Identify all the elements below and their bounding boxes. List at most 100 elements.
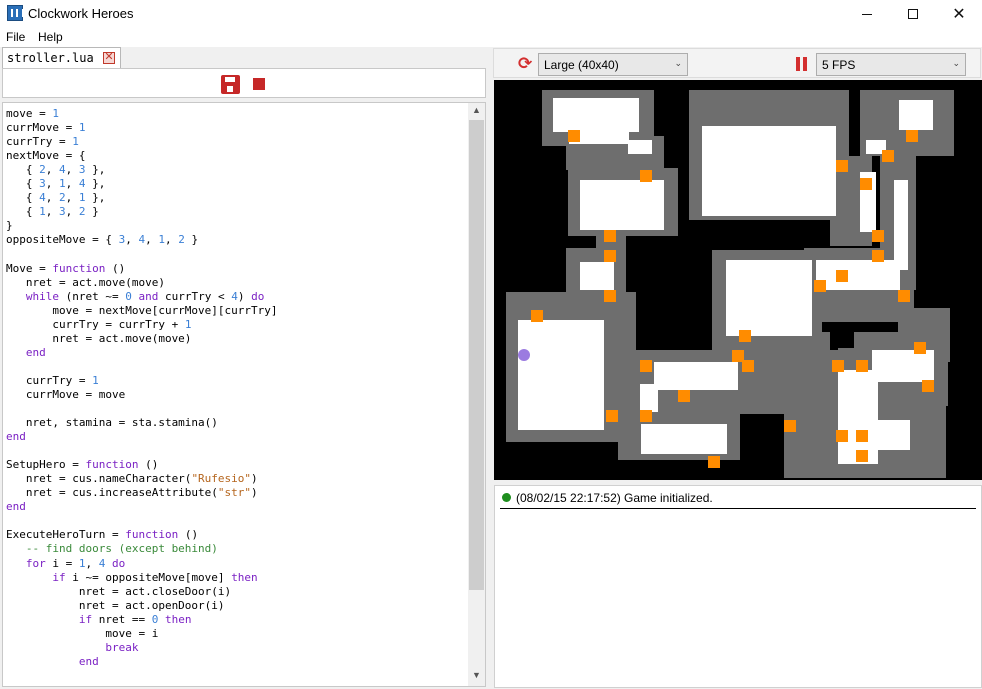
hero-marker <box>518 349 530 361</box>
code-line: for i = 1, 4 do <box>25 556 126 570</box>
status-ok-icon <box>502 493 511 502</box>
floor-area <box>641 424 727 454</box>
door-marker <box>640 360 652 372</box>
code-line: Move = function () <box>6 261 126 275</box>
floor-area <box>726 260 812 336</box>
door-marker <box>856 360 868 372</box>
scroll-up-icon[interactable]: ▲ <box>472 105 481 115</box>
door-marker <box>814 280 826 292</box>
code-line: nret = cus.nameCharacter("Rufesio") <box>6 472 258 486</box>
menu-help[interactable]: Help <box>38 30 63 44</box>
tab-stroller-lua[interactable]: stroller.lua ✕ <box>2 47 121 68</box>
code-line: { 3, 1, 4 }, <box>6 177 106 191</box>
door-marker <box>872 250 884 262</box>
close-icon: ✕ <box>952 6 966 23</box>
log-message: Game initialized. <box>624 491 713 505</box>
scroll-thumb[interactable] <box>469 120 484 590</box>
code-line: nextMove = { <box>6 149 86 163</box>
door-marker <box>604 250 616 262</box>
menu-file[interactable]: File <box>6 30 25 44</box>
door-marker <box>708 456 720 468</box>
code-line: nret = act.move(move) <box>6 331 192 345</box>
floor-area <box>816 260 900 290</box>
code-line: break <box>105 640 139 654</box>
code-line: move = 1 <box>6 107 59 120</box>
door-marker <box>678 390 690 402</box>
floor-area <box>872 420 910 450</box>
floor-area <box>553 98 639 132</box>
door-marker <box>836 430 848 442</box>
stop-icon[interactable] <box>253 78 265 90</box>
code-line: nret = act.move(move) <box>6 275 165 289</box>
minimize-button[interactable] <box>844 0 890 28</box>
door-marker <box>604 230 616 242</box>
tab-label: stroller.lua <box>7 51 94 65</box>
app-icon <box>7 5 24 21</box>
door-marker <box>836 160 848 172</box>
editor-scrollbar[interactable]: ▲ ▼ <box>468 103 485 686</box>
code-line: currMove = 1 <box>6 121 86 135</box>
pause-icon[interactable] <box>796 57 808 71</box>
scroll-down-icon[interactable]: ▼ <box>472 670 481 680</box>
door-marker <box>914 342 926 354</box>
code-line: currTry = 1 <box>6 373 99 387</box>
code-text[interactable]: move = 1 currMove = 1 currTry = 1 nextMove … <box>6 107 278 669</box>
door-marker <box>882 150 894 162</box>
door-marker <box>872 230 884 242</box>
code-line: currMove = move <box>6 387 126 401</box>
window-title: Clockwork Heroes <box>28 6 134 21</box>
maximize-button[interactable] <box>890 0 936 28</box>
menu-bar: File Help <box>0 28 982 47</box>
restart-icon[interactable]: ⟳ <box>518 55 532 72</box>
code-line: { 2, 4, 3 }, <box>6 163 106 177</box>
map-size-select[interactable]: Large (40x40) ⌄ <box>538 53 688 76</box>
log-panel: (08/02/15 22:17:52) Game initialized. <box>494 485 982 688</box>
fps-value: 5 FPS <box>822 58 856 72</box>
log-timestamp: (08/02/15 22:17:52) <box>516 491 621 505</box>
code-line: move = nextMove[currMove][currTry] <box>6 303 278 317</box>
chevron-down-icon: ⌄ <box>952 58 960 68</box>
floor-area <box>640 384 658 412</box>
chevron-down-icon: ⌄ <box>674 58 682 68</box>
code-line: { 4, 2, 1 }, <box>6 191 106 205</box>
title-bar[interactable]: Clockwork Heroes ✕ <box>0 0 982 28</box>
door-marker <box>606 410 618 422</box>
tab-close-icon[interactable]: ✕ <box>103 52 115 64</box>
door-marker <box>604 290 616 302</box>
door-marker <box>531 310 543 322</box>
door-marker <box>640 410 652 422</box>
save-icon[interactable] <box>221 75 240 94</box>
door-marker <box>906 130 918 142</box>
minimize-icon <box>862 13 872 15</box>
door-marker <box>898 290 910 302</box>
code-line: -- find doors (except behind) <box>6 542 218 556</box>
map-size-value: Large (40x40) <box>544 58 619 72</box>
floor-area <box>628 140 652 154</box>
code-line: end <box>78 654 99 668</box>
floor-area <box>518 320 604 430</box>
floor-area <box>654 362 738 390</box>
game-map-view[interactable] <box>494 80 982 480</box>
door-marker <box>739 330 751 342</box>
close-window-button[interactable]: ✕ <box>936 0 982 28</box>
door-marker <box>856 430 868 442</box>
code-line: nret, stamina = sta.stamina() <box>6 416 218 430</box>
fps-select[interactable]: 5 FPS ⌄ <box>816 53 966 76</box>
maximize-icon <box>908 9 918 19</box>
game-control-bar: ⟳ Large (40x40) ⌄ 5 FPS ⌄ <box>493 48 981 78</box>
door-marker <box>640 170 652 182</box>
door-marker <box>784 420 796 432</box>
code-line: ExecuteHeroTurn = function () <box>6 528 199 542</box>
code-editor[interactable]: move = 1 currMove = 1 currTry = 1 nextMove … <box>2 102 486 687</box>
code-line: if i ~= oppositeMove[move] then <box>52 570 258 584</box>
code-line: while (nret ~= 0 and currTry < 4) do <box>25 289 265 303</box>
floor-area <box>899 100 933 130</box>
code-line: { 1, 3, 2 } <box>6 205 99 219</box>
floor-area <box>702 126 836 216</box>
editor-toolbar <box>2 68 486 98</box>
door-marker <box>568 130 580 142</box>
